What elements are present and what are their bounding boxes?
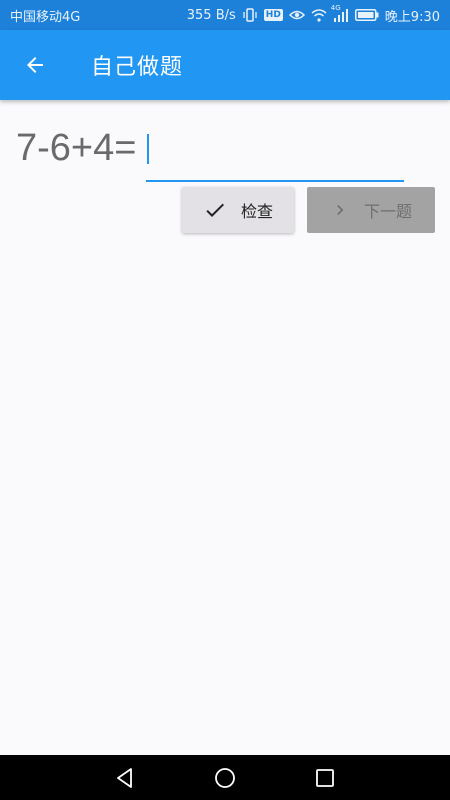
status-icons: 355 B/s HD 4G 晚上9:30	[186, 4, 440, 25]
answer-input[interactable]	[146, 126, 404, 182]
check-button-label: 检查	[240, 202, 273, 221]
vibrate-icon	[242, 8, 258, 22]
carrier-label: 中国移动4G	[10, 9, 81, 25]
back-button[interactable]	[0, 30, 70, 100]
network-speed: 355 B/s	[186, 7, 236, 23]
square-recents-icon	[315, 768, 335, 788]
math-expression: 7-6+4=	[16, 127, 137, 169]
signal-badge-label: 4G	[330, 3, 341, 12]
battery-icon	[354, 9, 379, 21]
system-nav-bar	[0, 755, 450, 800]
circle-home-icon	[214, 767, 236, 789]
hd-badge-label: HD	[263, 9, 283, 21]
hd-icon: HD	[263, 9, 283, 21]
clock: 晚上9:30	[384, 9, 440, 25]
cell-signal-icon: 4G	[331, 4, 349, 22]
app-bar: 自己做题	[0, 30, 450, 100]
wifi-icon	[311, 8, 327, 22]
arrow-left-icon	[23, 53, 47, 77]
question-row: 7-6+4=	[16, 122, 136, 182]
checkmark-icon	[203, 198, 227, 222]
status-bar: 中国移动4G 355 B/s HD 4G 晚上9:30	[0, 0, 450, 30]
page-title: 自己做题	[91, 55, 184, 80]
nav-back-button[interactable]	[105, 758, 145, 798]
next-button-label: 下一题	[363, 202, 412, 221]
text-cursor	[147, 134, 149, 164]
chevron-right-icon	[330, 200, 350, 220]
next-question-button[interactable]: 下一题	[307, 187, 435, 233]
triangle-back-icon	[114, 767, 136, 789]
nav-home-button[interactable]	[205, 758, 245, 798]
nav-recents-button[interactable]	[305, 758, 345, 798]
check-button[interactable]: 检查	[182, 187, 294, 233]
eye-icon	[288, 9, 305, 21]
